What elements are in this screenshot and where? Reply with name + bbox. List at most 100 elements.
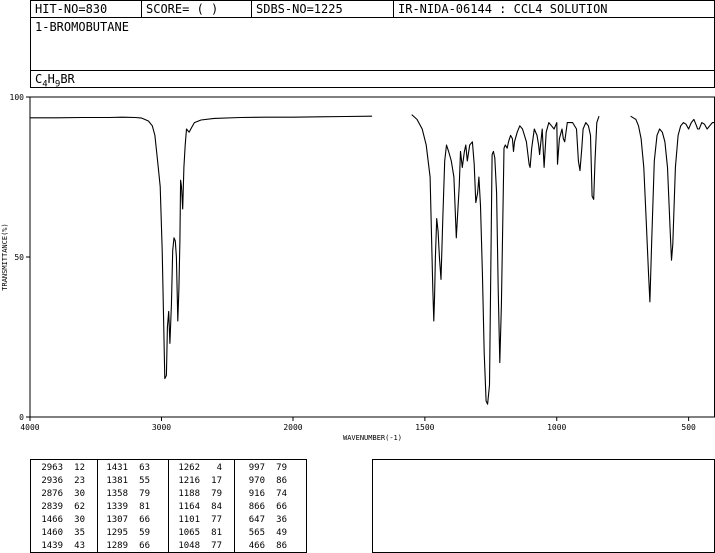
peak-table-divider (97, 460, 98, 552)
peak-wavenumber: 1307 (106, 515, 128, 525)
peak-wavenumber: 2963 (41, 463, 63, 473)
peak-table-row: 1216 17 (174, 475, 222, 488)
peak-transmittance: 49 (276, 528, 287, 538)
x-tick-label: 1000 (547, 423, 566, 432)
ir-spectrum-chart: 4000 3000 2000 1500 1000 500 0 50 100 WAVENUMBER(… (1, 93, 715, 442)
peak-transmittance: 79 (276, 463, 287, 473)
peak-table-row: 916 74 (239, 488, 287, 501)
peak-wavenumber: 2876 (41, 489, 63, 499)
peak-table-row: 1431 63 (102, 462, 150, 475)
peak-table-column: 1431 63 1381 55 1358 79 1339 81 1307 66 1295 59 1289… (102, 462, 150, 553)
peak-transmittance: 55 (139, 476, 150, 486)
peak-wavenumber: 647 (248, 515, 265, 525)
peak-table-row: 2963 12 (37, 462, 85, 475)
spectrum-segment-2 (411, 114, 600, 405)
spectrum-segment-3 (630, 115, 715, 303)
peak-wavenumber: 1065 (178, 528, 200, 538)
x-axis-label: WAVENUMBER(-1) (343, 434, 402, 442)
peak-wavenumber: 565 (248, 528, 265, 538)
peak-transmittance: 12 (74, 463, 85, 473)
peak-table-row: 565 49 (239, 527, 287, 540)
peak-transmittance: 77 (211, 541, 222, 551)
spectrum-segment-1 (30, 115, 373, 380)
peak-table-column: 997 79 970 86 916 74 866 66 647 36 565 49 466 86 (239, 462, 287, 553)
peak-transmittance: 43 (74, 541, 85, 551)
peak-wavenumber: 1381 (106, 476, 128, 486)
peak-transmittance: 35 (74, 528, 85, 538)
peak-table-row: 1460 35 (37, 527, 85, 540)
peak-table-row: 2936 23 (37, 475, 85, 488)
peak-transmittance: 77 (211, 515, 222, 525)
peak-table-divider (234, 460, 235, 552)
peak-transmittance: 23 (74, 476, 85, 486)
x-tick-label: 3000 (152, 423, 171, 432)
peak-transmittance: 30 (74, 515, 85, 525)
peak-transmittance: 30 (74, 489, 85, 499)
peak-table: 2963 12 2936 23 2876 30 2839 62 1466 30 1460 35 1439… (30, 459, 307, 553)
x-tick-label: 2000 (283, 423, 302, 432)
x-tick-label: 500 (681, 423, 696, 432)
peak-transmittance: 74 (276, 489, 287, 499)
comment-box (372, 459, 715, 553)
peak-table-row: 1339 81 (102, 501, 150, 514)
peak-wavenumber: 1216 (178, 476, 200, 486)
x-tick-label: 1500 (415, 423, 434, 432)
peak-transmittance: 66 (139, 541, 150, 551)
peak-wavenumber: 997 (248, 463, 265, 473)
peak-wavenumber: 1439 (41, 541, 63, 551)
peak-table-row: 1289 66 (102, 540, 150, 553)
y-tick-label: 0 (19, 413, 24, 422)
peak-wavenumber: 1466 (41, 515, 63, 525)
peak-wavenumber: 1460 (41, 528, 63, 538)
peak-transmittance: 63 (139, 463, 150, 473)
peak-transmittance: 66 (139, 515, 150, 525)
plot-frame (29, 96, 715, 418)
peak-table-row: 1466 30 (37, 514, 85, 527)
peak-wavenumber: 1289 (106, 541, 128, 551)
peak-table-row: 1188 79 (174, 488, 222, 501)
peak-table-row: 1048 77 (174, 540, 222, 553)
peak-wavenumber: 466 (248, 541, 265, 551)
peak-table-row: 1262 4 (174, 462, 222, 475)
peak-table-row: 1381 55 (102, 475, 150, 488)
x-tick-label: 4000 (20, 423, 39, 432)
peak-transmittance: 79 (211, 489, 222, 499)
y-axis-label: TRANSMITTANCE(%) (1, 223, 9, 290)
peak-transmittance: 86 (276, 541, 287, 551)
peak-wavenumber: 866 (248, 502, 265, 512)
peak-wavenumber: 1164 (178, 502, 200, 512)
peak-table-row: 997 79 (239, 462, 287, 475)
peak-transmittance: 62 (74, 502, 85, 512)
peak-table-row: 1307 66 (102, 514, 150, 527)
peak-transmittance: 86 (276, 476, 287, 486)
peak-transmittance: 79 (139, 489, 150, 499)
peak-wavenumber: 1048 (178, 541, 200, 551)
peak-wavenumber: 970 (248, 476, 265, 486)
peak-transmittance: 36 (276, 515, 287, 525)
peak-table-row: 1065 81 (174, 527, 222, 540)
peak-transmittance: 4 (216, 463, 222, 473)
peak-table-divider (168, 460, 169, 552)
peak-transmittance: 59 (139, 528, 150, 538)
peak-wavenumber: 1431 (106, 463, 128, 473)
peak-wavenumber: 1295 (106, 528, 128, 538)
peak-table-row: 1295 59 (102, 527, 150, 540)
peak-wavenumber: 1188 (178, 489, 200, 499)
y-tick-label: 50 (14, 253, 24, 262)
peak-table-row: 1439 43 (37, 540, 85, 553)
peak-wavenumber: 2936 (41, 476, 63, 486)
peak-transmittance: 66 (276, 502, 287, 512)
peak-table-row: 970 86 (239, 475, 287, 488)
peak-table-row: 2839 62 (37, 501, 85, 514)
peak-table-row: 1164 84 (174, 501, 222, 514)
peak-wavenumber: 1339 (106, 502, 128, 512)
peak-transmittance: 84 (211, 502, 222, 512)
peak-wavenumber: 1262 (178, 463, 200, 473)
peak-wavenumber: 916 (248, 489, 265, 499)
y-tick-label: 100 (10, 93, 25, 102)
peak-table-row: 1358 79 (102, 488, 150, 501)
peak-transmittance: 81 (211, 528, 222, 538)
peak-table-row: 647 36 (239, 514, 287, 527)
peak-wavenumber: 2839 (41, 502, 63, 512)
peak-transmittance: 81 (139, 502, 150, 512)
